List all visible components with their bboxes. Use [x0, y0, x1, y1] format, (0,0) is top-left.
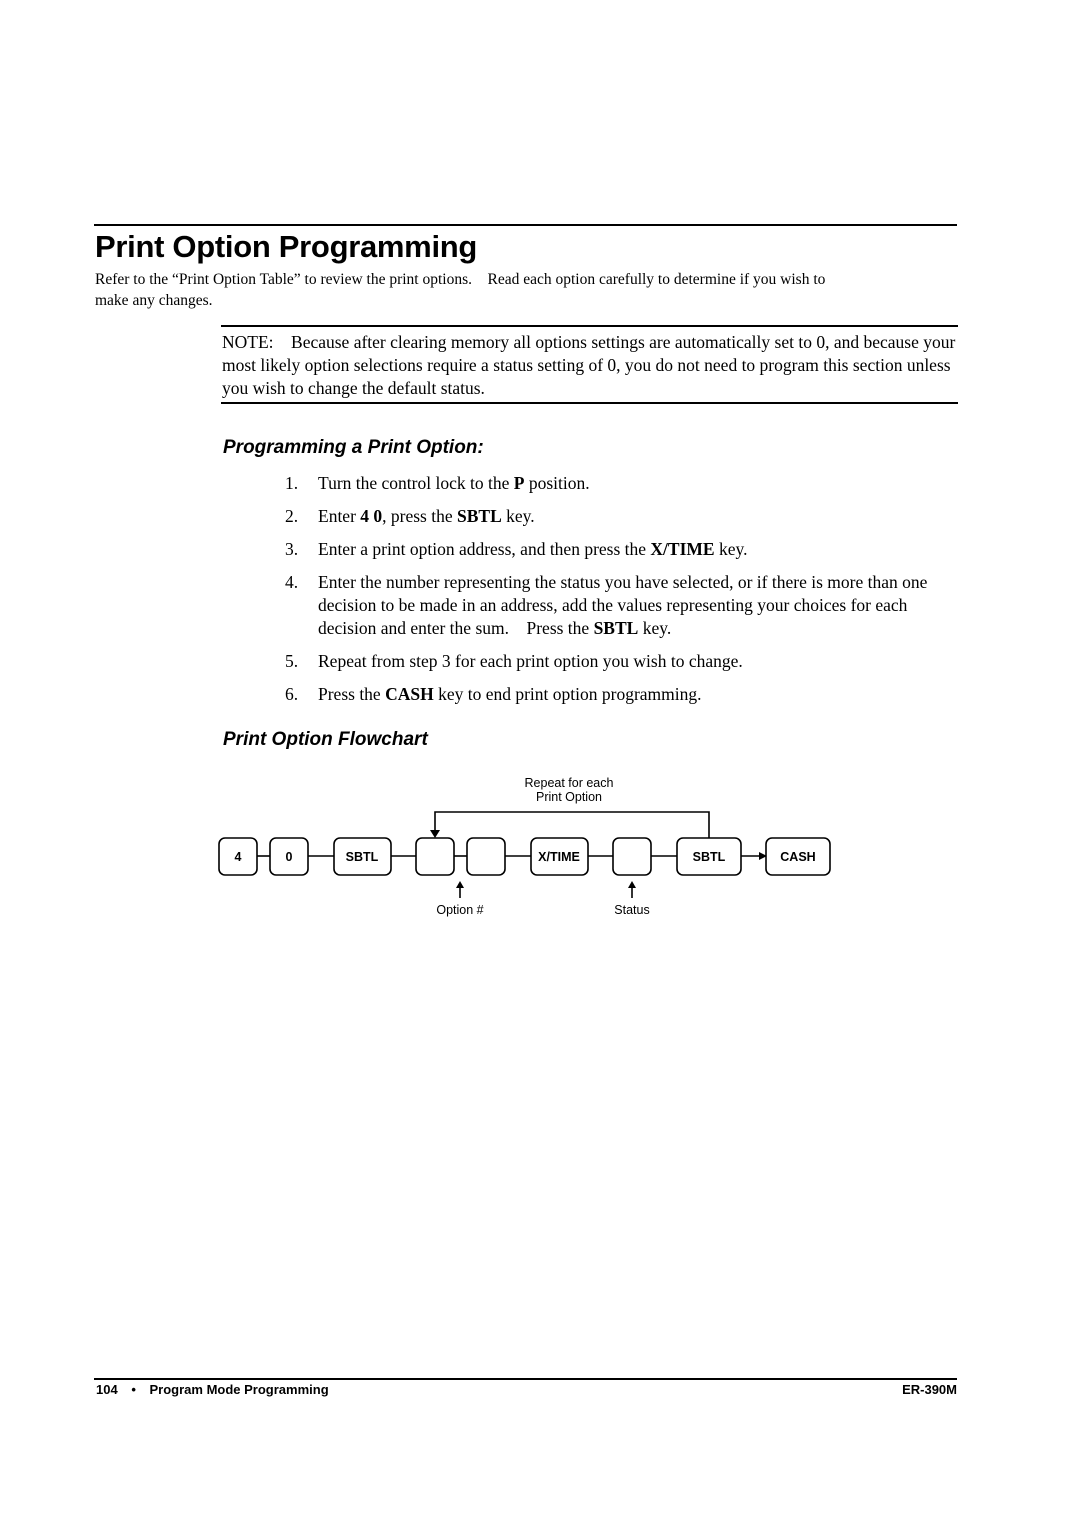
step-text: key to end print option programming. — [433, 684, 702, 704]
steps-list: 1. Turn the control lock to the P positi… — [285, 472, 945, 716]
step-item: 5. Repeat from step 3 for each print opt… — [285, 650, 945, 673]
step-number: 1. — [285, 473, 299, 493]
key-4: 4 — [218, 837, 258, 876]
step-item: 4. Enter the number representing the sta… — [285, 571, 945, 640]
print-option-flowchart: Repeat for each Print Option 4 0 SBTL X/… — [218, 776, 831, 917]
flowchart-heading: Print Option Flowchart — [223, 729, 428, 750]
footer-section: Program Mode Programming — [149, 1382, 329, 1397]
bullet-icon: • — [131, 1382, 136, 1397]
intro-line-1: Refer to the “Print Option Table” to rev… — [95, 271, 826, 288]
step-key: CASH — [385, 684, 434, 704]
step-number: 6. — [285, 684, 299, 704]
step-item: 3. Enter a print option address, and the… — [285, 538, 945, 561]
key-label: 0 — [286, 850, 293, 864]
page-number: 104 — [96, 1382, 118, 1397]
step-text: key. — [714, 539, 748, 559]
step-key: X/TIME — [650, 539, 715, 559]
key-0: 0 — [269, 837, 309, 876]
step-text: Turn the control lock to the — [318, 473, 514, 493]
key-sbtl: SBTL — [333, 837, 392, 876]
key-label: X/TIME — [538, 850, 580, 864]
step-item: 1. Turn the control lock to the P positi… — [285, 472, 945, 495]
key-blank-option-digit-1 — [415, 837, 455, 876]
footer-left: 104 • Program Mode Programming — [96, 1382, 339, 1397]
step-number: 2. — [285, 506, 299, 526]
key-label: SBTL — [346, 850, 379, 864]
intro-paragraph: Refer to the “Print Option Table” to rev… — [95, 269, 955, 311]
step-text: Press the — [318, 684, 386, 704]
step-item: 6. Press the CASH key to end print optio… — [285, 683, 945, 706]
step-text: Repeat from step 3 for each print option… — [318, 651, 743, 671]
step-text: Enter a print option address, and then p… — [318, 539, 651, 559]
step-number: 4. — [285, 572, 299, 592]
step-key: P — [513, 473, 525, 493]
status-label: Status — [614, 903, 649, 917]
loop-label-line-1: Repeat for each — [525, 776, 614, 790]
loop-connector — [434, 811, 710, 838]
option-number-label: Option # — [436, 903, 483, 917]
page-footer: 104 • Program Mode Programming ER-390M — [96, 1382, 957, 1397]
step-key: SBTL — [593, 618, 639, 638]
key-label: 4 — [235, 850, 242, 864]
step-key: 4 0 — [360, 506, 383, 526]
step-item: 2. Enter 4 0, press the SBTL key. — [285, 505, 945, 528]
step-text: , press the — [382, 506, 458, 526]
key-label: SBTL — [693, 850, 726, 864]
key-sbtl-2: SBTL — [676, 837, 742, 876]
intro-line-2: make any changes. — [95, 292, 213, 309]
step-key: SBTL — [457, 506, 502, 526]
step-text: position. — [524, 473, 590, 493]
loop-arrowhead-icon — [430, 830, 440, 838]
key-label: CASH — [780, 850, 815, 864]
up-arrow-icon — [456, 881, 464, 888]
step-number: 5. — [285, 651, 299, 671]
loop-label-line-2: Print Option — [536, 790, 602, 804]
footer-model: ER-390M — [902, 1382, 957, 1397]
step-text: key. — [638, 618, 672, 638]
page-title: Print Option Programming — [95, 229, 478, 264]
key-blank-status — [612, 837, 652, 876]
up-arrow-icon — [628, 881, 636, 888]
note-box: NOTE: Because after clearing memory all … — [221, 325, 958, 404]
key-x-time: X/TIME — [530, 837, 589, 876]
step-number: 3. — [285, 539, 299, 559]
key-blank-option-digit-2 — [466, 837, 506, 876]
programming-heading: Programming a Print Option: — [223, 437, 484, 458]
footer-rule — [94, 1378, 957, 1380]
step-text: key. — [501, 506, 535, 526]
key-cash: CASH — [765, 837, 831, 876]
step-text: Enter — [318, 506, 361, 526]
